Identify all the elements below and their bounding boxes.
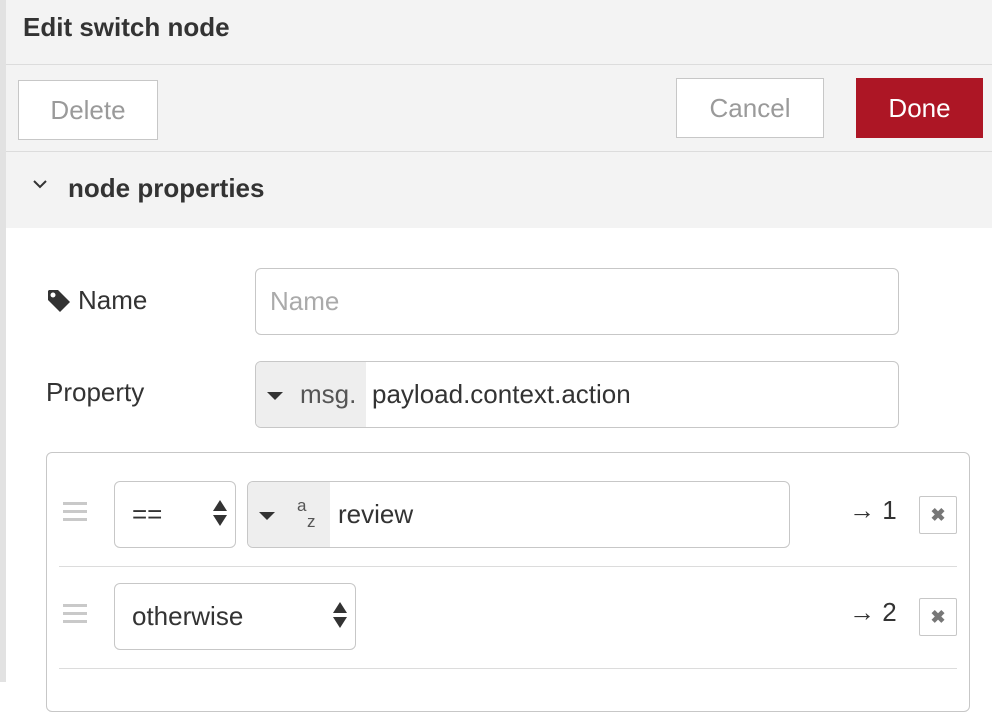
tag-icon xyxy=(48,290,70,312)
tray-toolbar: Delete Cancel Done xyxy=(6,65,992,152)
rule-row: otherwise → 2 ✖ xyxy=(59,567,957,669)
property-type-prefix: msg. xyxy=(300,379,357,409)
select-arrows-icon xyxy=(213,500,227,528)
done-button[interactable]: Done xyxy=(856,78,983,138)
property-type-button[interactable]: msg. xyxy=(256,362,366,427)
close-icon: ✖ xyxy=(930,505,946,525)
value-type-button[interactable]: az xyxy=(248,482,330,547)
tray-title: Edit switch node xyxy=(23,12,230,42)
rule-value-input[interactable]: az review xyxy=(247,481,790,548)
property-input[interactable]: msg. payload.context.action xyxy=(255,361,899,428)
operator-select[interactable]: otherwise xyxy=(114,583,356,650)
operator-value: otherwise xyxy=(132,601,244,631)
caret-down-icon xyxy=(267,392,283,400)
rule-list: == az review → 1 ✖ otherwise → 2 ✖ xyxy=(46,452,970,712)
operator-select[interactable]: == xyxy=(114,481,236,548)
tray-header: Edit switch node xyxy=(6,0,992,65)
node-properties-header[interactable]: node properties xyxy=(6,152,992,228)
operator-value: == xyxy=(132,499,163,529)
select-arrows-icon xyxy=(333,602,347,630)
caret-down-icon xyxy=(259,512,275,520)
rule-row: == az review → 1 ✖ xyxy=(59,465,957,567)
remove-rule-button[interactable]: ✖ xyxy=(919,598,957,636)
output-label: → 1 xyxy=(849,495,897,525)
drag-handle-icon[interactable] xyxy=(63,502,87,522)
drag-handle-icon[interactable] xyxy=(63,604,87,624)
close-icon: ✖ xyxy=(930,607,946,627)
property-value: payload.context.action xyxy=(372,379,631,409)
section-title: node properties xyxy=(68,173,265,203)
remove-rule-button[interactable]: ✖ xyxy=(919,496,957,534)
rule-value: review xyxy=(338,499,414,529)
az-string-icon: az xyxy=(297,496,316,531)
name-label: Name xyxy=(78,285,148,315)
chevron-down-icon xyxy=(33,180,47,189)
name-input[interactable] xyxy=(255,268,899,335)
property-label: Property xyxy=(46,377,145,407)
output-label: → 2 xyxy=(849,597,897,627)
delete-button[interactable]: Delete xyxy=(18,80,158,140)
cancel-button[interactable]: Cancel xyxy=(676,78,824,138)
